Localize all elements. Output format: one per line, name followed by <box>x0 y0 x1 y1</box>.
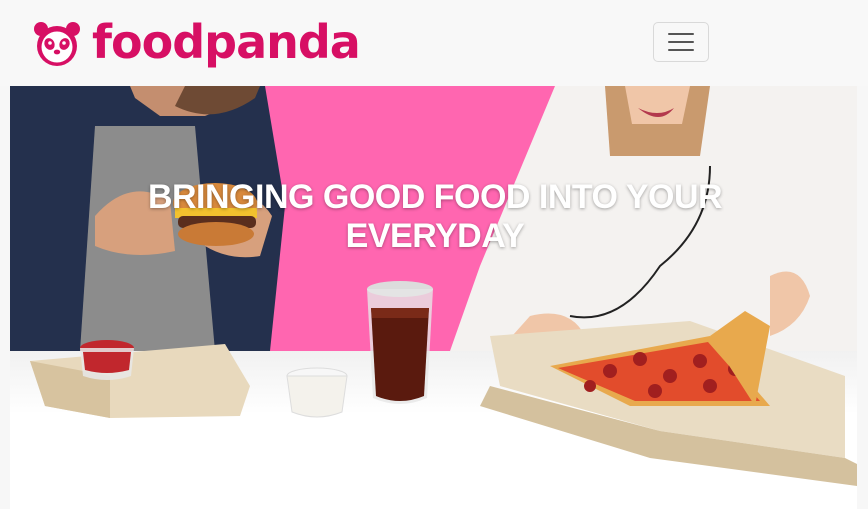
hero-food-photo <box>10 86 857 486</box>
cola-glass-image <box>367 281 433 404</box>
brand-name: foodpanda <box>92 15 361 69</box>
hamburger-menu-icon <box>668 49 694 51</box>
hamburger-menu-icon <box>668 33 694 35</box>
navbar: foodpanda <box>0 0 868 86</box>
food-box-image <box>30 340 250 418</box>
hero-banner: BRINGING GOOD FOOD INTO YOUR EVERYDAY <box>10 86 857 509</box>
hero-title: BRINGING GOOD FOOD INTO YOUR EVERYDAY <box>147 178 723 255</box>
sauce-cup-image <box>286 367 348 418</box>
panda-logo-icon <box>34 22 80 66</box>
hamburger-menu-icon <box>668 41 694 43</box>
brand-logo-link[interactable]: foodpanda <box>32 15 361 72</box>
menu-toggle-button[interactable] <box>653 22 709 62</box>
